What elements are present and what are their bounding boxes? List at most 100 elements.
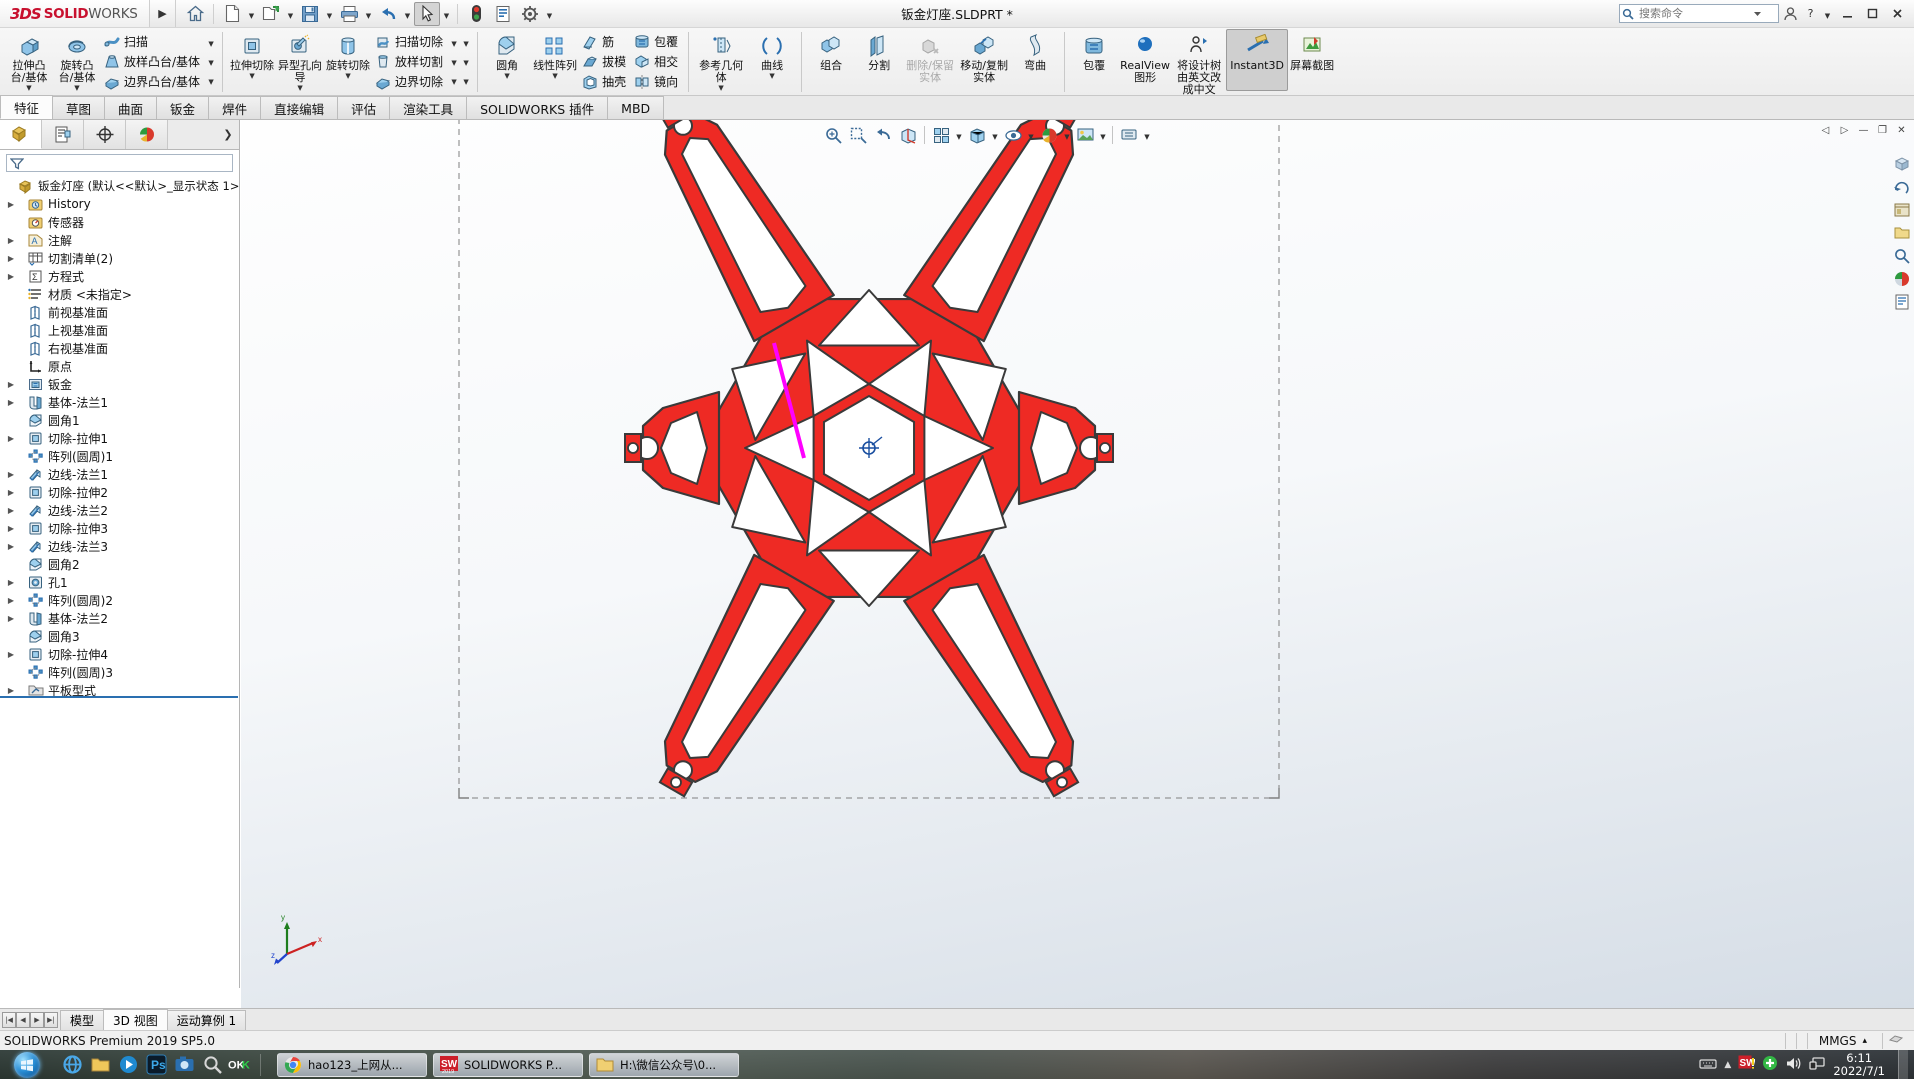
graphics-close-button[interactable]: ✕: [1893, 122, 1910, 138]
expand-chevron-icon[interactable]: ▶: [4, 488, 18, 497]
taskbar-task-1[interactable]: SW 2019 SOLIDWORKS P...: [433, 1052, 583, 1077]
feature-tree-filter-input[interactable]: [6, 154, 233, 172]
feature-tree-item[interactable]: ▶ 边线-法兰3: [2, 537, 239, 555]
chevron-down-icon[interactable]: ▼: [205, 33, 217, 52]
property-manager-tab[interactable]: [42, 120, 84, 149]
feature-tree-item[interactable]: 上视基准面: [2, 321, 239, 339]
ribbon-reference-geometry-button[interactable]: 参考几何体 ▼: [694, 29, 748, 92]
expand-chevron-icon[interactable]: ▶: [4, 236, 18, 245]
chevron-down-icon[interactable]: ▼: [460, 71, 472, 90]
ribbon-linear-pattern-button[interactable]: 线性阵列 ▼: [531, 29, 579, 91]
print-dropdown-icon[interactable]: ▼: [363, 2, 374, 26]
minimize-button[interactable]: [1836, 4, 1858, 24]
chevron-down-icon[interactable]: ▼: [74, 85, 79, 92]
feature-manager-tab[interactable]: [0, 120, 42, 149]
feature-manager-expand-icon[interactable]: ❯: [217, 120, 239, 149]
graphics-area[interactable]: ▼ ▼ ▼ ▼ ▼ ▼ ◁ ▷ — ❐ ✕ y x z: [241, 120, 1914, 1008]
view-settings-dropdown-icon[interactable]: ▼: [1142, 123, 1152, 147]
select-button[interactable]: [414, 1, 440, 26]
close-button[interactable]: [1886, 4, 1908, 24]
chevron-down-icon[interactable]: ▼: [345, 73, 350, 80]
options-button[interactable]: [517, 2, 543, 26]
menu-expand-arrow-icon[interactable]: ▶: [150, 0, 176, 27]
command-tab-2[interactable]: 曲面: [104, 96, 158, 119]
ribbon-hole-wizard-button[interactable]: 异型孔向导 ▼: [276, 29, 324, 92]
ribbon-sweep-button[interactable]: 扫描: [101, 32, 205, 51]
command-search-box[interactable]: [1619, 4, 1779, 23]
feature-tree-item[interactable]: ▶ 基体-法兰1: [2, 393, 239, 411]
search-input[interactable]: [1637, 6, 1749, 21]
graphics-restore-button[interactable]: ❐: [1874, 122, 1891, 138]
display-manager-tab[interactable]: [126, 120, 168, 149]
next-document-icon[interactable]: ▷: [1836, 122, 1853, 138]
expand-chevron-icon[interactable]: ▶: [4, 596, 18, 605]
ribbon-realview-button[interactable]: RealView 图形: [1118, 29, 1172, 91]
print-button[interactable]: [336, 2, 362, 26]
feature-tree-item[interactable]: ▶ 切除-拉伸2: [2, 483, 239, 501]
feature-tree-item[interactable]: ▶ 切除-拉伸3: [2, 519, 239, 537]
undo-button[interactable]: [375, 2, 401, 26]
open-document-button[interactable]: [258, 2, 284, 26]
explorer-quicklaunch-icon[interactable]: [88, 1053, 112, 1077]
ribbon-revolve-boss-button[interactable]: 旋转凸台/基体 ▼: [53, 29, 101, 92]
command-tab-3[interactable]: 钣金: [156, 96, 210, 119]
select-dropdown-icon[interactable]: ▼: [441, 2, 452, 26]
keyboard-tray-icon[interactable]: [1699, 1057, 1718, 1073]
feature-tree-item[interactable]: ▶ 基体-法兰2: [2, 609, 239, 627]
show-desktop-button[interactable]: [1898, 1050, 1908, 1079]
first-tab-button[interactable]: |◀: [2, 1012, 16, 1028]
show-hidden-tray-icon[interactable]: ▲: [1724, 1060, 1731, 1070]
chevron-down-icon[interactable]: ▼: [769, 73, 774, 80]
chevron-down-icon[interactable]: ▼: [718, 85, 723, 92]
ribbon-boundary-boss-button[interactable]: 边界凸台/基体: [101, 72, 205, 91]
open-document-dropdown-icon[interactable]: ▼: [285, 2, 296, 26]
ribbon-intersect-button[interactable]: 相交: [631, 52, 683, 71]
new-document-button[interactable]: [219, 2, 245, 26]
expand-chevron-icon[interactable]: ▶: [4, 542, 18, 551]
ribbon-move-copy-body-button[interactable]: 移动/复制实体: [957, 29, 1011, 91]
file-explorer-icon[interactable]: [1892, 223, 1912, 243]
rotate-view-icon[interactable]: [1892, 177, 1912, 197]
previous-view-button[interactable]: [871, 123, 895, 147]
zoom-to-area-button[interactable]: [846, 123, 870, 147]
help-icon[interactable]: ?: [1802, 4, 1819, 23]
expand-chevron-icon[interactable]: ▶: [4, 272, 18, 281]
okok-quicklaunch-icon[interactable]: OK K: [228, 1053, 252, 1077]
taskbar-task-2[interactable]: H:\微信公众号\0...: [589, 1052, 739, 1077]
ribbon-flex-button[interactable]: 弯曲: [1011, 29, 1059, 91]
design-library-icon[interactable]: [1892, 200, 1912, 220]
feature-tree-item[interactable]: ▶ 切除-拉伸1: [2, 429, 239, 447]
feature-tree-item[interactable]: ▶ 孔1: [2, 573, 239, 591]
document-tab-1[interactable]: 3D 视图: [103, 1009, 168, 1030]
view-settings-button[interactable]: [1117, 123, 1141, 147]
feature-tree-item[interactable]: ▶ 钣金: [2, 375, 239, 393]
command-tab-6[interactable]: 评估: [337, 96, 391, 119]
feature-tree-item[interactable]: ▶ 边线-法兰2: [2, 501, 239, 519]
section-view-button[interactable]: [896, 123, 920, 147]
last-tab-button[interactable]: ▶|: [44, 1012, 58, 1028]
prev-tab-button[interactable]: ◀: [16, 1012, 30, 1028]
ribbon-extrude-cut-button[interactable]: 拉伸切除 ▼: [228, 29, 276, 91]
chevron-down-icon[interactable]: ▼: [205, 71, 217, 90]
chevron-down-icon[interactable]: ▼: [249, 73, 254, 80]
feature-tree-item[interactable]: 材质 <未指定>: [2, 285, 239, 303]
chevron-down-icon[interactable]: ▼: [448, 33, 460, 52]
feature-tree-item[interactable]: 原点: [2, 357, 239, 375]
ribbon-boundary-cut-button[interactable]: 边界切除: [372, 72, 448, 91]
expand-chevron-icon[interactable]: ▶: [4, 254, 18, 263]
ribbon-wrap-button[interactable]: 包覆: [631, 32, 683, 51]
feature-tree-item[interactable]: 圆角2: [2, 555, 239, 573]
new-document-dropdown-icon[interactable]: ▼: [246, 2, 257, 26]
ie-quicklaunch-icon[interactable]: [60, 1053, 84, 1077]
user-account-icon[interactable]: [1782, 4, 1799, 23]
chevron-down-icon[interactable]: ▼: [504, 73, 509, 80]
display-style-button[interactable]: [965, 123, 989, 147]
file-properties-button[interactable]: [490, 2, 516, 26]
volume-tray-icon[interactable]: [1785, 1056, 1802, 1074]
command-tab-8[interactable]: SOLIDWORKS 插件: [466, 96, 609, 119]
configuration-manager-tab[interactable]: [84, 120, 126, 149]
ribbon-delete-body-button[interactable]: 删除/保留实体: [903, 29, 957, 91]
view-cube-icon[interactable]: [1892, 154, 1912, 174]
feature-tree-item[interactable]: ▶ A 注解: [2, 231, 239, 249]
feature-tree-item[interactable]: 圆角3: [2, 627, 239, 645]
